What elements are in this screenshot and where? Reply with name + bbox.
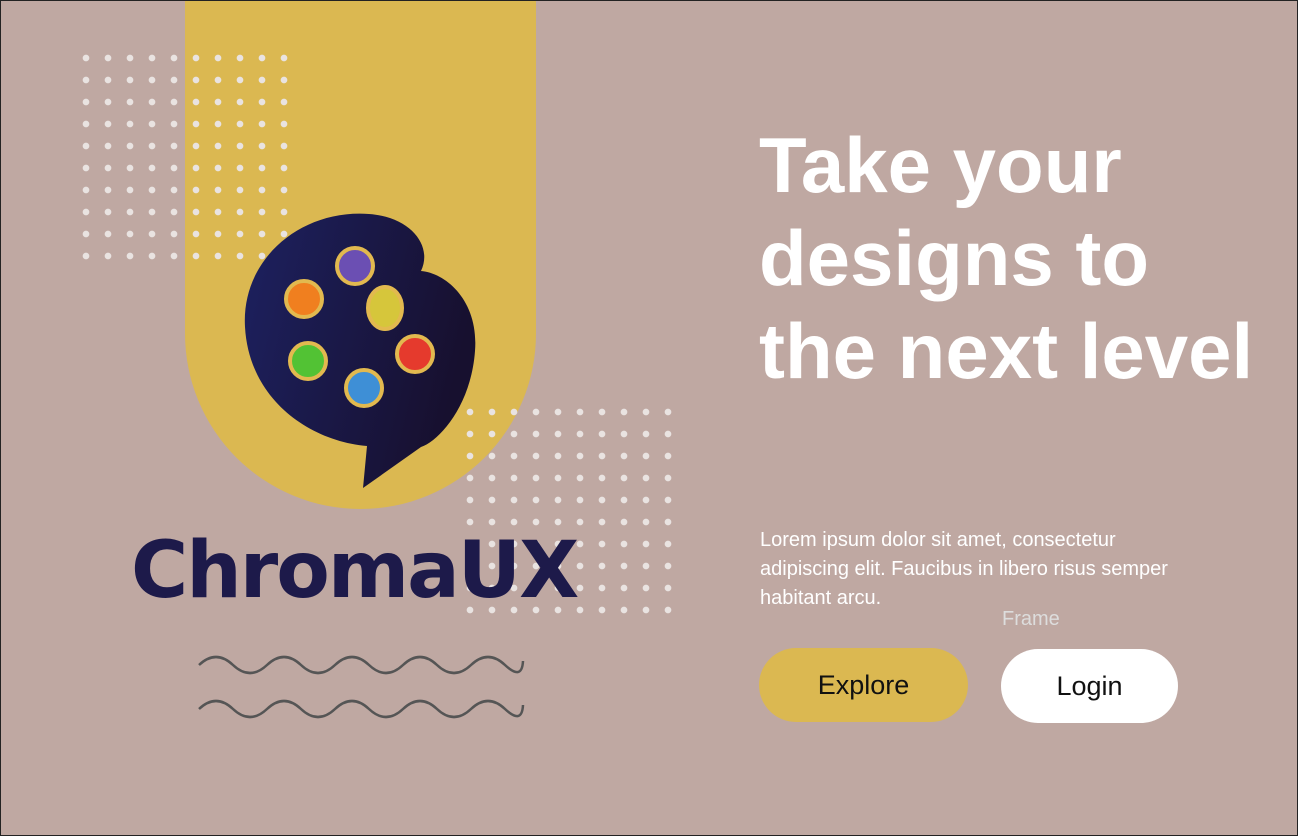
login-button[interactable]: Login — [1001, 649, 1178, 723]
hero-headline: Take your designs to the next level — [759, 121, 1254, 395]
paint-dot-purple — [335, 246, 375, 286]
frame-label: Frame — [1002, 608, 1060, 630]
paint-dot-red — [395, 334, 435, 374]
paint-dot-green — [288, 341, 328, 381]
wave-lines-decoration — [198, 655, 525, 719]
palette-speech-bubble-icon — [244, 213, 476, 489]
brand-wordmark: ChromaUX — [131, 526, 579, 616]
paint-dot-orange — [284, 279, 324, 319]
hero-frame: ChromaUX Take your designs to the next l… — [0, 0, 1298, 836]
hero-description: Lorem ipsum dolor sit amet, consectetur … — [760, 529, 1168, 609]
paint-dot-yellow — [366, 285, 404, 331]
explore-button[interactable]: Explore — [759, 648, 968, 722]
paint-dot-blue — [344, 368, 384, 408]
